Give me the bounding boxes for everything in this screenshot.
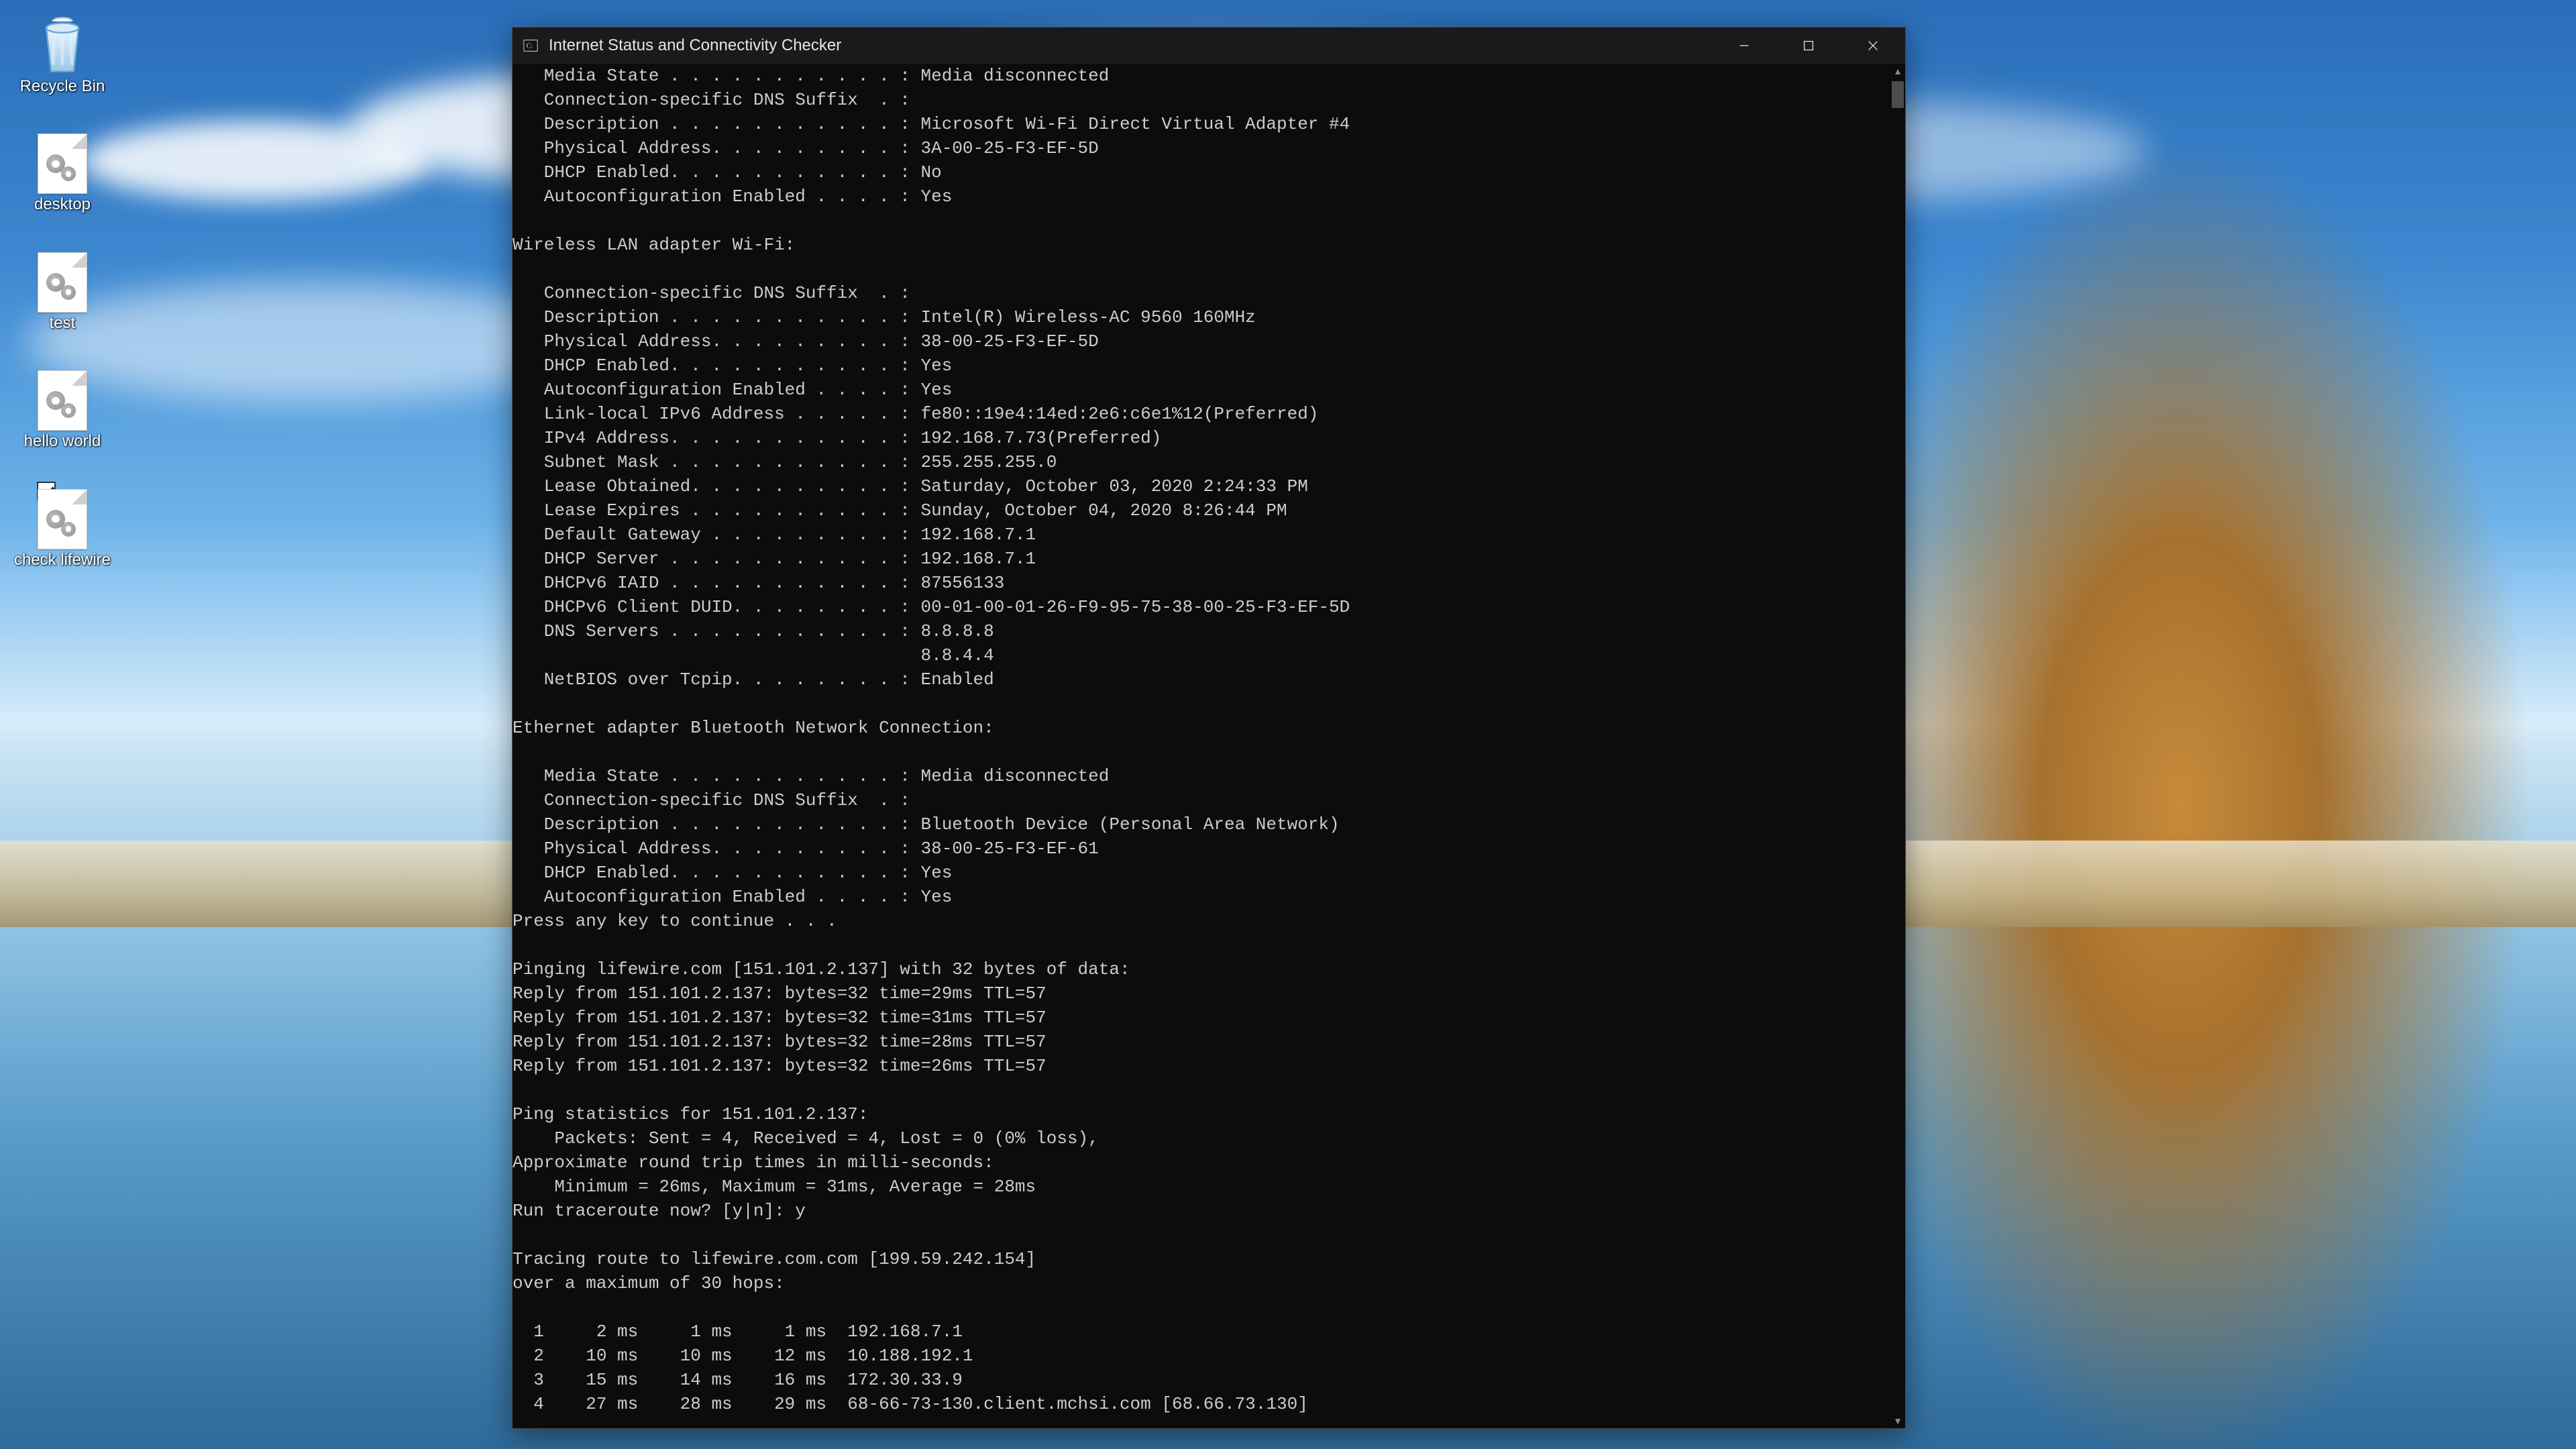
- desktop-icon-label: hello world: [24, 433, 101, 450]
- desktop-icon-hello-world[interactable]: hello world: [12, 371, 113, 450]
- minimize-button[interactable]: [1712, 28, 1776, 64]
- scroll-thumb[interactable]: [1892, 81, 1904, 108]
- window-title: Internet Status and Connectivity Checker: [549, 36, 841, 55]
- desktop-icon-recycle-bin[interactable]: Recycle Bin: [12, 16, 113, 95]
- desktop-icon-label: Recycle Bin: [20, 78, 105, 95]
- batch-file-icon: [33, 134, 92, 193]
- close-button[interactable]: [1841, 28, 1905, 64]
- scrollbar[interactable]: ▲ ▼: [1890, 64, 1905, 1428]
- maximize-button[interactable]: [1776, 28, 1841, 64]
- cmd-icon: C:: [522, 37, 539, 54]
- recycle-bin-icon: [33, 16, 92, 75]
- desktop-icons: Recycle Bin desktop test hello world check l…: [12, 16, 113, 569]
- window-buttons: [1712, 28, 1905, 64]
- svg-text:C:: C:: [527, 43, 533, 50]
- scroll-up-arrow[interactable]: ▲: [1890, 64, 1905, 78]
- terminal-output[interactable]: Media State . . . . . . . . . . . : Medi…: [513, 64, 1890, 1416]
- desktop-icon-test[interactable]: test: [12, 253, 113, 332]
- scroll-down-arrow[interactable]: ▼: [1890, 1413, 1905, 1428]
- batch-file-icon: [33, 253, 92, 312]
- batch-file-icon: [33, 371, 92, 430]
- desktop-icon-check-lifewire[interactable]: check lifewire: [12, 490, 113, 569]
- console-window: C: Internet Status and Connectivity Chec…: [512, 27, 1906, 1429]
- desktop-icon-desktop[interactable]: desktop: [12, 134, 113, 213]
- console-client[interactable]: Media State . . . . . . . . . . . : Medi…: [513, 64, 1890, 1428]
- batch-file-icon: [33, 490, 92, 549]
- scroll-track[interactable]: [1890, 78, 1905, 1413]
- desktop-icon-label: test: [50, 315, 76, 332]
- titlebar[interactable]: C: Internet Status and Connectivity Chec…: [513, 28, 1905, 64]
- desktop-icon-label: desktop: [34, 196, 91, 213]
- desktop-icon-label: check lifewire: [14, 551, 111, 569]
